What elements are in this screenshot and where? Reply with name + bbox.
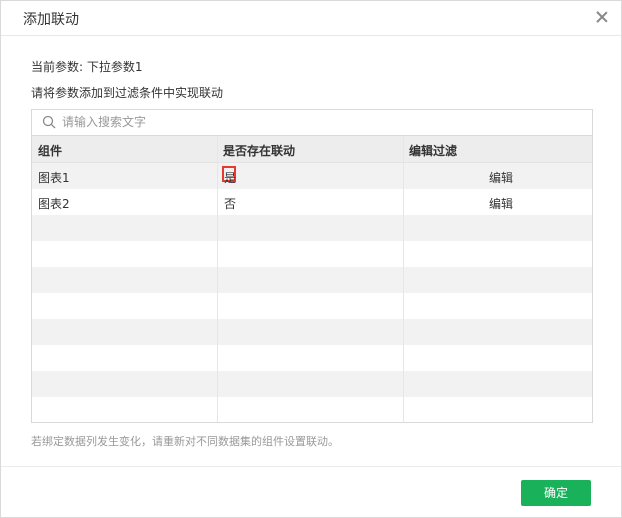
component-table: 组件 是否存在联动 编辑过滤 图表1 是 编辑 图表2 否 编辑: [31, 109, 593, 423]
search-icon: [42, 115, 56, 129]
search-bar: [32, 110, 592, 136]
instruction-text: 请将参数添加到过滤条件中实现联动: [31, 86, 224, 100]
edit-filter-link[interactable]: 编辑: [489, 195, 513, 212]
search-input[interactable]: [62, 113, 582, 131]
empty-row: [32, 371, 592, 397]
column-divider: [217, 136, 218, 422]
empty-row: [32, 241, 592, 267]
current-param-text: 当前参数: 下拉参数1: [31, 60, 143, 74]
hint-note: 若绑定数据列发生变化，请重新对不同数据集的组件设置联动。: [31, 435, 339, 448]
dialog-header: 添加联动: [1, 1, 621, 36]
component-name: 图表2: [38, 197, 70, 211]
column-header-component: 组件: [38, 144, 63, 158]
empty-row: [32, 293, 592, 319]
linked-status: 否: [224, 197, 237, 211]
dialog-title: 添加联动: [23, 12, 79, 28]
empty-row: [32, 319, 592, 345]
component-name: 图表1: [38, 171, 70, 185]
add-linkage-dialog: 添加联动 当前参数: 下拉参数1 请将参数添加到过滤条件中实现联动 组件 是否存…: [0, 0, 622, 518]
empty-row: [32, 345, 592, 371]
confirm-button[interactable]: 确定: [521, 480, 591, 506]
table-row: 图表1 是 编辑: [32, 163, 592, 189]
edit-filter-link[interactable]: 编辑: [489, 169, 513, 186]
empty-row: [32, 267, 592, 293]
table-header: 组件 是否存在联动 编辑过滤: [32, 136, 592, 163]
close-icon[interactable]: [595, 10, 609, 24]
empty-row: [32, 397, 592, 422]
linked-status: 是: [224, 171, 237, 185]
empty-row: [32, 215, 592, 241]
footer-divider: [1, 466, 621, 467]
column-divider: [403, 136, 404, 422]
table-row: 图表2 否 编辑: [32, 189, 592, 215]
column-header-edit-filter: 编辑过滤: [409, 144, 458, 158]
column-header-linked: 是否存在联动: [223, 144, 296, 158]
